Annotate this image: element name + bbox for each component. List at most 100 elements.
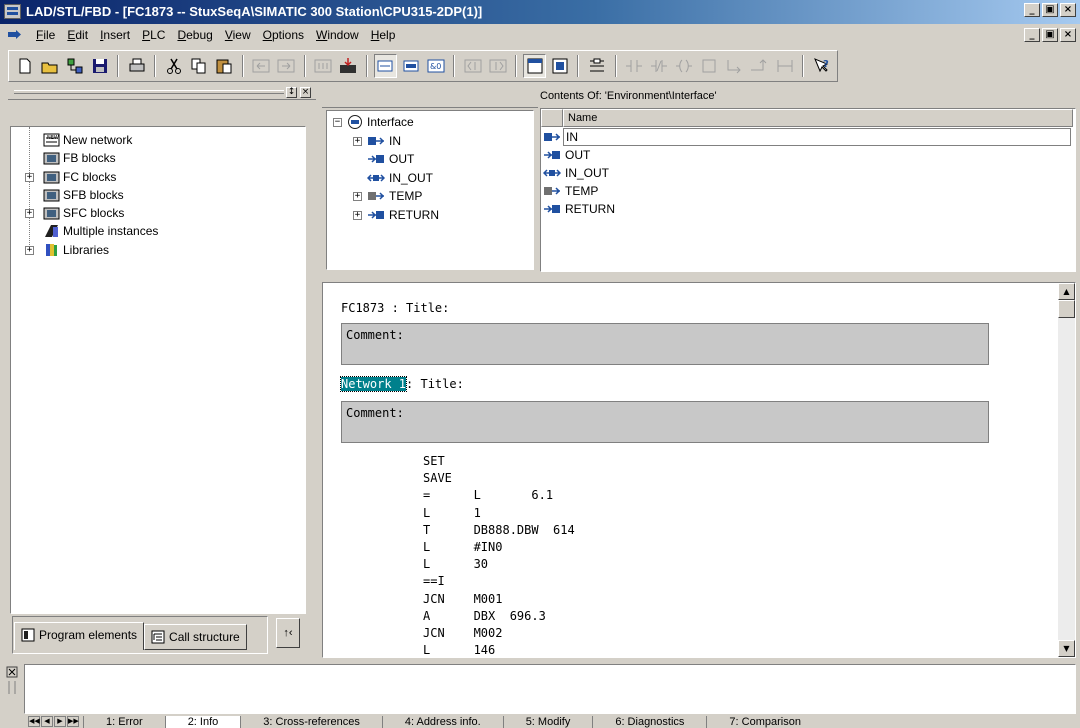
maximize-button[interactable]: ▣ <box>1042 3 1058 17</box>
expand-icon[interactable]: + <box>353 136 362 146</box>
help-button[interactable]: ? <box>810 54 833 78</box>
branch-button[interactable] <box>723 54 746 78</box>
next-button[interactable] <box>486 54 509 78</box>
prev-button[interactable] <box>461 54 484 78</box>
block-title[interactable]: FC1873 : Title: <box>341 301 449 315</box>
accessible-nodes-button[interactable] <box>63 54 86 78</box>
menu-plc[interactable]: PLC <box>136 24 171 46</box>
scroll-down-button[interactable]: ▼ <box>1058 640 1075 657</box>
expand-icon[interactable]: + <box>353 210 362 220</box>
tree-item-multiple-instances[interactable]: Multiple instances <box>11 222 305 240</box>
load-button[interactable] <box>312 54 335 78</box>
comment-button[interactable] <box>399 54 422 78</box>
copy-button[interactable] <box>187 54 210 78</box>
tab-program-elements[interactable]: Program elements <box>14 622 145 650</box>
menu-debug[interactable]: Debug <box>171 24 218 46</box>
network-label[interactable]: Network 1 <box>339 376 408 392</box>
contents-row[interactable]: RETURN <box>541 200 1073 218</box>
output-close-icon[interactable] <box>6 666 18 696</box>
close-branch-button[interactable] <box>748 54 771 78</box>
contents-row[interactable]: IN <box>541 128 1073 146</box>
lad-view-button[interactable] <box>523 54 547 78</box>
menu-options[interactable]: Options <box>257 24 310 46</box>
contents-title: Contents Of: 'Environment\Interface' <box>540 90 717 102</box>
stl-code[interactable]: SET SAVE = L 6.1 L 1 T DB888.DBW 614 L #… <box>423 453 575 657</box>
interface-item-out[interactable]: OUT <box>327 150 533 169</box>
open-branch-button[interactable] <box>773 54 796 78</box>
column-header-name[interactable]: Name <box>563 109 1073 127</box>
tab-diagnostics[interactable]: 6: Diagnostics <box>592 716 706 728</box>
tab-call-structure[interactable]: Call structure <box>144 624 247 650</box>
new-network-button[interactable] <box>585 54 608 78</box>
menu-insert[interactable]: Insert <box>94 24 136 46</box>
close-button[interactable]: × <box>1060 3 1076 17</box>
menu-file[interactable]: File <box>30 24 61 46</box>
contents-row[interactable]: IN_OUT <box>541 164 1073 182</box>
doc-close-button[interactable]: × <box>1060 28 1076 42</box>
no-contact-button[interactable] <box>623 54 646 78</box>
expand-icon[interactable]: + <box>25 245 34 255</box>
interface-item-in[interactable]: + IN <box>327 132 533 151</box>
insert-element-button[interactable]: ↑‹ <box>276 618 300 648</box>
menu-help[interactable]: Help <box>365 24 402 46</box>
tree-item-new-network[interactable]: NEW New network <box>11 131 305 149</box>
interface-item-temp[interactable]: + TEMP <box>327 187 533 206</box>
tree-item-sfc-blocks[interactable]: + SFC blocks <box>11 204 305 222</box>
tab-cross-references[interactable]: 3: Cross-references <box>240 716 382 728</box>
output-text[interactable] <box>24 664 1076 714</box>
stl-view-button[interactable] <box>548 54 571 78</box>
collapse-icon[interactable]: − <box>333 118 342 127</box>
tab-info[interactable]: 2: Info <box>164 716 241 728</box>
new-button[interactable] <box>13 54 36 78</box>
panel-grip[interactable] <box>14 90 284 94</box>
block-comment-field[interactable]: Comment: <box>341 323 989 365</box>
next-tab-button[interactable]: ▶ <box>54 716 66 727</box>
tab-comparison[interactable]: 7: Comparison <box>706 716 823 728</box>
interface-root[interactable]: − Interface <box>327 113 533 132</box>
tree-item-libraries[interactable]: + Libraries <box>11 241 305 259</box>
undo-button[interactable] <box>250 54 273 78</box>
box-button[interactable] <box>698 54 721 78</box>
tab-error[interactable]: 1: Error <box>83 716 165 728</box>
address-button[interactable]: &0 <box>424 54 447 78</box>
nc-contact-button[interactable] <box>648 54 671 78</box>
panel-close-button[interactable]: × <box>300 87 311 98</box>
tab-modify[interactable]: 5: Modify <box>502 716 593 728</box>
cut-button[interactable] <box>162 54 185 78</box>
scroll-up-button[interactable]: ▲ <box>1058 283 1075 300</box>
expand-icon[interactable]: + <box>25 172 34 182</box>
prev-tab-button[interactable]: ◀ <box>41 716 53 727</box>
expand-icon[interactable]: + <box>353 192 362 201</box>
redo-button[interactable] <box>275 54 298 78</box>
menu-view[interactable]: View <box>219 24 257 46</box>
tree-item-fc-blocks[interactable]: + FC blocks <box>11 168 305 186</box>
overview-button[interactable] <box>373 54 398 78</box>
network-header[interactable]: Network 1: Title: <box>339 376 464 392</box>
tree-item-fb-blocks[interactable]: FB blocks <box>11 149 305 167</box>
menu-window[interactable]: Window <box>310 24 365 46</box>
doc-restore-button[interactable]: ▣ <box>1042 28 1058 42</box>
vertical-scrollbar[interactable]: ▲ ▼ <box>1058 283 1075 657</box>
contents-row[interactable]: TEMP <box>541 182 1073 200</box>
panel-float-button[interactable]: ↕ <box>286 87 297 98</box>
download-button[interactable] <box>337 54 360 78</box>
stl-editor[interactable]: FC1873 : Title: Comment: Network 1: Titl… <box>322 282 1076 658</box>
tree-item-sfb-blocks[interactable]: SFB blocks <box>11 186 305 204</box>
expand-icon[interactable]: + <box>25 209 34 219</box>
first-tab-button[interactable]: ◀◀ <box>28 716 40 727</box>
network-comment-field[interactable]: Comment: <box>341 401 989 443</box>
interface-item-return[interactable]: + RETURN <box>327 206 533 225</box>
save-button[interactable] <box>88 54 111 78</box>
print-button[interactable] <box>125 54 148 78</box>
tab-address-info[interactable]: 4: Address info. <box>381 716 503 728</box>
doc-minimize-button[interactable]: _ <box>1024 28 1040 42</box>
contents-row[interactable]: OUT <box>541 146 1073 164</box>
interface-item-in-out[interactable]: IN_OUT <box>327 169 533 188</box>
coil-button[interactable] <box>673 54 696 78</box>
minimize-button[interactable]: _ <box>1024 3 1040 17</box>
scroll-thumb[interactable] <box>1058 300 1075 318</box>
last-tab-button[interactable]: ▶▶ <box>67 716 79 727</box>
menu-edit[interactable]: Edit <box>61 24 94 46</box>
paste-button[interactable] <box>213 54 236 78</box>
open-button[interactable] <box>38 54 61 78</box>
